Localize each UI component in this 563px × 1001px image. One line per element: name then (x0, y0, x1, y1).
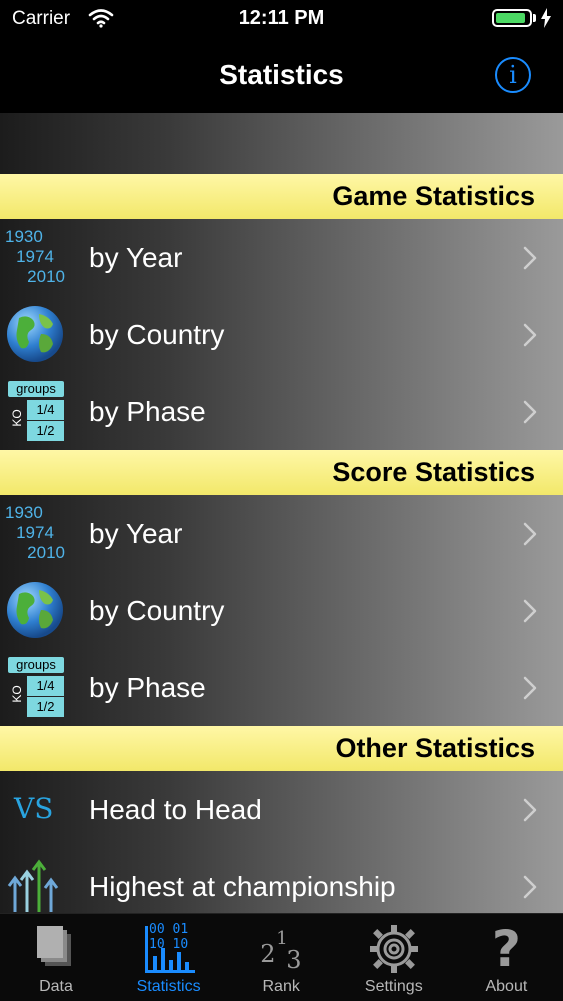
list-item-label: by Year (89, 242, 183, 273)
phase-icon: groups KO 1/4 1/2 (5, 381, 65, 441)
rank-digit: 2 (260, 940, 276, 968)
list-top-spacer (0, 113, 563, 174)
info-circle-icon: i (509, 61, 517, 89)
rank-icon: 2 1 3 (225, 922, 337, 976)
year-label: 1930 (5, 503, 43, 522)
status-bar: Carrier 12:11 PM (0, 0, 563, 38)
list-item-label: Highest at championship (89, 871, 396, 902)
info-button[interactable]: i (495, 57, 531, 93)
tab-label: About (485, 978, 528, 995)
tab-label: Data (39, 978, 73, 995)
data-icon (0, 922, 112, 976)
tab-label: Statistics (136, 978, 201, 995)
list-item[interactable]: by Country (0, 572, 563, 649)
list-item-label: by Phase (89, 396, 206, 427)
rank-digit: 3 (286, 946, 302, 974)
tab-bar: Data 00 01 10 10 Statistics 2 1 3 Rank S… (0, 913, 563, 1001)
section-header: Game Statistics (0, 174, 563, 219)
list-item-label: by Country (89, 319, 225, 350)
globe-icon (5, 580, 65, 640)
vs-icon: VS (14, 792, 54, 825)
question-glyph: ? (491, 920, 521, 978)
list-item[interactable]: 1930 1974 2010 by Year (0, 495, 563, 572)
list-item-label: by Country (89, 595, 225, 626)
semi-final-label: 1/2 (27, 421, 64, 441)
question-icon: ? (450, 922, 562, 976)
chevron-right-icon (523, 400, 537, 429)
tab-data[interactable]: Data (0, 914, 112, 1001)
year-label: 2010 (27, 267, 65, 286)
battery-cap (533, 14, 536, 22)
list-item-label: by Year (89, 518, 183, 549)
quarter-final-label: 1/4 (27, 676, 64, 696)
quarter-final-label: 1/4 (27, 400, 64, 420)
list-item[interactable]: by Country (0, 296, 563, 373)
list-item-label: Head to Head (89, 794, 262, 825)
section-header: Score Statistics (0, 450, 563, 495)
groups-label: groups (8, 657, 64, 673)
chevron-right-icon (523, 676, 537, 705)
chevron-right-icon (523, 798, 537, 827)
gear-icon (338, 922, 450, 976)
chevron-right-icon (523, 522, 537, 551)
chevron-right-icon (523, 323, 537, 352)
list-item[interactable]: 1930 1974 2010 by Year (0, 219, 563, 296)
list-item-label: by Phase (89, 672, 206, 703)
navigation-bar: Statistics i (0, 38, 563, 113)
globe-icon (5, 304, 65, 364)
tab-statistics[interactable]: 00 01 10 10 Statistics (113, 914, 225, 1001)
chevron-right-icon (523, 246, 537, 275)
arrows-up-icon (5, 856, 65, 913)
list-item[interactable]: groups KO 1/4 1/2 by Phase (0, 649, 563, 726)
year-label: 2010 (27, 543, 65, 562)
year-label: 1974 (16, 247, 54, 266)
tab-rank[interactable]: 2 1 3 Rank (225, 914, 337, 1001)
battery-icon (492, 9, 532, 27)
year-label: 1930 (5, 227, 43, 246)
chevron-right-icon (523, 599, 537, 628)
list-item[interactable]: VS Head to Head (0, 771, 563, 848)
page-title: Statistics (219, 59, 344, 90)
tab-settings[interactable]: Settings (338, 914, 450, 1001)
tab-label: Rank (262, 978, 300, 995)
year-label: 1974 (16, 523, 54, 542)
list-item[interactable]: groups KO 1/4 1/2 by Phase (0, 373, 563, 450)
tab-label: Settings (364, 978, 423, 995)
groups-label: groups (8, 381, 64, 397)
chevron-right-icon (523, 875, 537, 904)
years-icon: 1930 1974 2010 (5, 227, 65, 287)
clock: 12:11 PM (238, 7, 325, 29)
years-icon: 1930 1974 2010 (5, 503, 65, 563)
ko-label: KO (10, 685, 24, 703)
section-header: Other Statistics (0, 726, 563, 771)
ko-label: KO (10, 409, 24, 427)
statistics-icon: 00 01 10 10 (113, 922, 225, 976)
statistics-list[interactable]: Game Statistics 1930 1974 2010 by Year by… (0, 113, 563, 913)
semi-final-label: 1/2 (27, 697, 64, 717)
tab-about[interactable]: ? About (450, 914, 562, 1001)
phase-icon: groups KO 1/4 1/2 (5, 657, 65, 717)
list-item[interactable]: Highest at championship (0, 848, 563, 913)
charging-bolt-icon (540, 8, 552, 33)
